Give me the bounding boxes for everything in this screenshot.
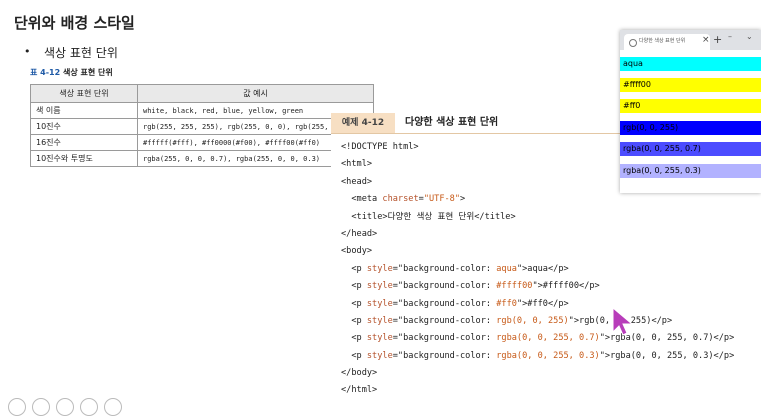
browser-paragraph: #ffff00	[620, 78, 761, 92]
code-line: <p style="background-color: #ff0">#ff0</…	[341, 296, 734, 313]
code-line: <p style="background-color: rgba(0, 0, 2…	[341, 330, 734, 347]
browser-window: 다양한 색상 표현 단위 × + – ⌄ aqua #ffff00 #ff0 rgb(…	[620, 30, 761, 193]
code-line: <meta charset="UTF-8">	[341, 191, 734, 208]
browser-favicon-icon	[629, 39, 637, 47]
table-row: 10진수와 투명도 rgba(255, 0, 0, 0.7), rgba(255…	[30, 150, 374, 167]
code-token: ">#ff0</p>	[516, 298, 569, 309]
bullet-text: 색상 표현 단위	[44, 46, 118, 60]
code-line: <p style="background-color: aqua">aqua</…	[341, 261, 734, 278]
code-attr: charset	[382, 194, 419, 205]
minimize-icon[interactable]: –	[728, 32, 732, 41]
code-token: <meta	[341, 194, 383, 205]
code-line: <title>다양한 색상 표현 단위</title>	[341, 211, 516, 222]
code-token: ="background-color:	[392, 350, 497, 361]
tab-title: 다양한 색상 표현 단위	[639, 38, 686, 44]
code-value: #ff0	[496, 298, 517, 309]
code-token: <p	[341, 298, 367, 309]
code-token: <p	[341, 263, 367, 274]
new-tab-icon[interactable]: +	[713, 33, 722, 46]
table-header-row: 색상 표현 단위 값 예시	[30, 84, 374, 103]
code-line: <p style="background-color: #ffff00">#ff…	[341, 278, 734, 295]
slide-tool-icon[interactable]	[32, 398, 50, 416]
code-token: <p	[341, 315, 367, 326]
code-token: ">#ffff00</p>	[532, 281, 600, 292]
code-line: </head>	[341, 228, 378, 239]
table-caption-number: 표 4-12	[30, 68, 61, 77]
browser-tab-bar: 다양한 색상 표현 단위 × + – ⌄	[620, 30, 761, 50]
browser-paragraph: #ff0	[620, 99, 761, 113]
code-line: </html>	[341, 385, 378, 396]
code-token: ="background-color:	[392, 333, 497, 344]
code-value: rgba(0, 0, 255, 0.3)	[496, 350, 600, 361]
code-attr: style	[366, 263, 393, 274]
code-attr: style	[366, 315, 393, 326]
code-attr: style	[366, 350, 393, 361]
browser-paragraph: rgba(0, 0, 255, 0.3)	[620, 164, 761, 178]
table-row: 16진수 #fffff(#fff), #ff0000(#f00), #ffff0…	[30, 134, 374, 151]
browser-tab[interactable]: 다양한 색상 표현 단위 ×	[624, 34, 710, 50]
table-caption: 표 4-12 색상 표현 단위	[30, 67, 113, 78]
table-row: 색 이름 white, black, red, blue, yellow, gr…	[30, 102, 374, 119]
slide-tool-icon[interactable]	[80, 398, 98, 416]
example-badge: 예제 4-12	[331, 113, 395, 133]
table-cell-unit: 색 이름	[30, 102, 138, 119]
code-line: <p style="background-color: rgba(0, 0, 2…	[341, 348, 734, 365]
code-attr: style	[366, 333, 393, 344]
table-header-example: 값 예시	[137, 84, 374, 103]
code-token: <p	[341, 281, 367, 292]
slide-tool-icon[interactable]	[8, 398, 26, 416]
browser-paragraph: aqua	[620, 57, 761, 71]
code-value: rgb(0, 0, 255)	[496, 315, 569, 326]
mouse-cursor-icon	[612, 306, 634, 336]
slide-tool-icon[interactable]	[104, 398, 122, 416]
code-line: <body>	[341, 246, 373, 257]
code-line: <p style="background-color: rgb(0, 0, 25…	[341, 313, 734, 330]
table-header-unit: 색상 표현 단위	[30, 84, 138, 103]
table-caption-text: 색상 표현 단위	[62, 68, 113, 77]
code-token: <p	[341, 350, 367, 361]
code-line: </body>	[341, 368, 378, 379]
table-cell-unit: 10진수	[30, 118, 138, 135]
code-token: ="background-color:	[392, 281, 497, 292]
browser-paragraph: rgb(0, 0, 255)	[620, 121, 761, 135]
code-token: ">aqua</p>	[516, 263, 569, 274]
tab-close-icon[interactable]: ×	[702, 35, 710, 45]
example-title: 다양한 색상 표현 단위	[405, 117, 499, 128]
table-cell-unit: 10진수와 투명도	[30, 150, 138, 167]
code-attr: style	[366, 298, 393, 309]
table-cell-unit: 16진수	[30, 134, 138, 151]
code-token: ="background-color:	[392, 315, 497, 326]
code-token: <p	[341, 333, 367, 344]
table-row: 10진수 rgb(255, 255, 255), rgb(255, 0, 0),…	[30, 118, 374, 135]
chevron-down-icon[interactable]: ⌄	[746, 32, 753, 41]
code-token: ">rgba(0, 0, 255, 0.3)</p>	[599, 350, 735, 361]
slide-tool-icon[interactable]	[56, 398, 74, 416]
code-attr: style	[366, 281, 393, 292]
code-value: aqua	[496, 263, 517, 274]
color-units-table: 색상 표현 단위 값 예시 색 이름 white, black, red, bl…	[30, 84, 374, 167]
slide-title: 단위와 배경 스타일	[14, 14, 135, 32]
code-value: "UTF-8"	[423, 194, 461, 205]
code-token: ="background-color:	[392, 263, 497, 274]
code-token: ="background-color:	[392, 298, 497, 309]
code-value: #ffff00	[496, 281, 533, 292]
browser-paragraph: rgba(0, 0, 255, 0.7)	[620, 142, 761, 156]
code-value: rgba(0, 0, 255, 0.7)	[496, 333, 600, 344]
bullet-dot: •	[24, 45, 31, 58]
code-token: >	[460, 194, 466, 205]
